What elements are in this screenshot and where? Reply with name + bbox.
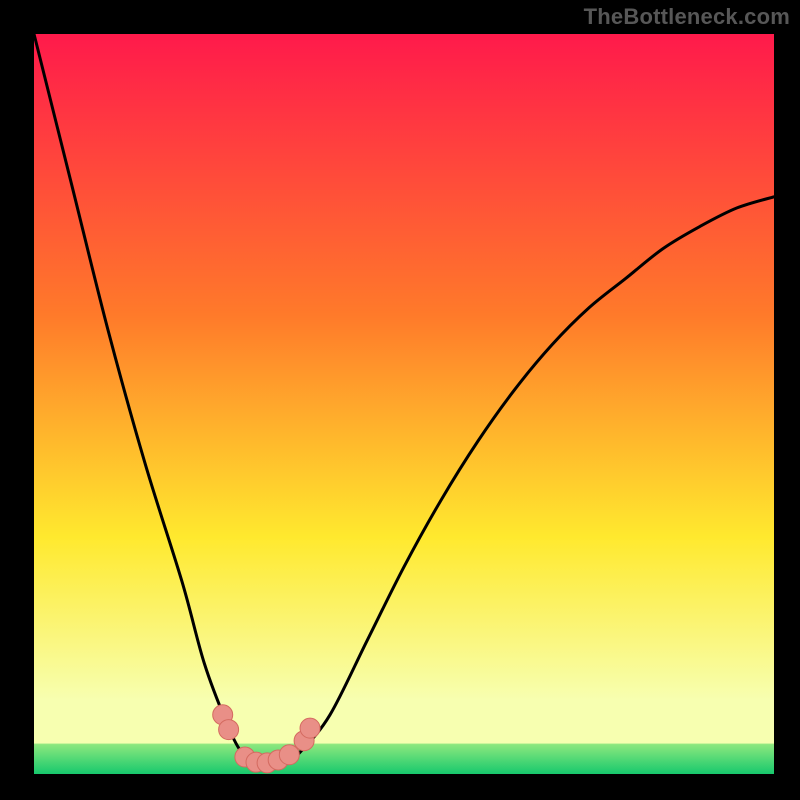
chart-frame: TheBottleneck.com bbox=[0, 0, 800, 800]
gradient-background bbox=[34, 34, 774, 774]
plot-area bbox=[34, 34, 774, 774]
bottleneck-chart-svg bbox=[34, 34, 774, 774]
curve-marker bbox=[279, 745, 299, 765]
attribution-text: TheBottleneck.com bbox=[584, 4, 790, 30]
curve-marker bbox=[219, 720, 239, 740]
curve-marker bbox=[300, 718, 320, 738]
